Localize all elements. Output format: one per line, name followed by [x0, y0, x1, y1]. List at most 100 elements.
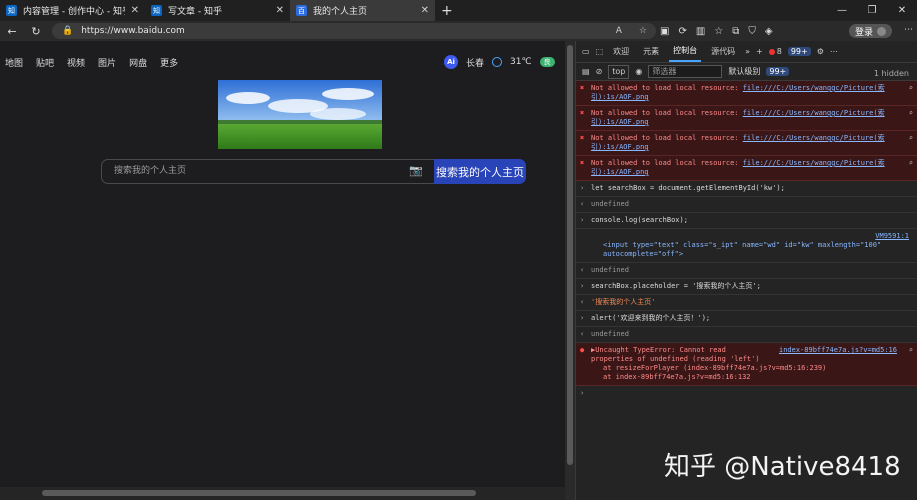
error-icon: ✖	[580, 84, 585, 92]
search-icon[interactable]: ⌕	[909, 84, 913, 93]
sun-icon	[492, 57, 503, 67]
console-output-row: ‹ undefined	[576, 263, 917, 279]
login-button[interactable]: 登录	[849, 24, 893, 38]
search-input[interactable]: 搜索我的个人主页	[101, 159, 434, 184]
console-error-row: ✖ Not allowed to load local resource: fi…	[576, 106, 917, 131]
tab-welcome[interactable]: 欢迎	[609, 46, 633, 57]
context-select[interactable]: top	[608, 64, 630, 79]
tab-elements[interactable]: 元素	[639, 46, 663, 57]
error-count: 8	[776, 47, 782, 56]
baidu-top-nav: 地图 贴吧 视频 图片 网盘 更多	[5, 56, 178, 69]
vertical-scrollbar[interactable]	[565, 41, 575, 500]
nav-video[interactable]: 视频	[67, 56, 85, 69]
console-result: undefined	[591, 330, 629, 338]
browser-tools: ▣ ⟳ ▥ ☆ ⧉ ⛉ ◈	[660, 21, 773, 41]
search-icon[interactable]: ⌕	[909, 159, 913, 168]
tab-sources[interactable]: 源代码	[707, 46, 739, 57]
ai-icon[interactable]: Ai	[444, 55, 458, 69]
camera-icon[interactable]: 📷	[409, 164, 423, 177]
console-result: '搜索我的个人主页'	[591, 298, 656, 306]
tab-write-article[interactable]: 知 写文章 - 知乎 ✕	[145, 0, 290, 21]
favorites-icon[interactable]: ☆	[714, 26, 723, 37]
console-output-row: ‹ undefined	[576, 197, 917, 213]
aqi-badge: 良	[539, 57, 555, 67]
error-icon: ✖	[580, 109, 585, 117]
filter-input[interactable]: 筛选器	[648, 65, 723, 78]
tab-title: 我的个人主页	[313, 7, 368, 17]
log-levels-select[interactable]: 默认级别	[728, 66, 760, 77]
message-count-badge[interactable]: 99+	[787, 47, 811, 56]
devtools-tab-bar: ▭ ⬚ 欢迎 元素 控制台 源代码 » + 8 99+ ⚙ ⋯	[576, 41, 917, 63]
source-link[interactable]: VM9591:1	[875, 232, 909, 241]
address-toolbar: ← ↻ 🔒 https://www.baidu.com A ☆ ▣ ⟳ ▥ ☆ …	[0, 21, 917, 41]
copilot-icon[interactable]: ◈	[765, 26, 773, 37]
avatar	[877, 26, 887, 36]
close-window-button[interactable]: ✕	[887, 0, 917, 21]
settings-gear-icon[interactable]: ⚙	[817, 47, 824, 56]
close-tab-icon[interactable]: ✕	[421, 5, 429, 16]
split-screen-icon[interactable]: ▥	[696, 26, 705, 37]
error-message: Not allowed to load local resource:	[591, 134, 743, 142]
more-options-icon[interactable]: ⋯	[904, 25, 913, 35]
search-icon[interactable]: ⌕	[909, 109, 913, 118]
url-text[interactable]: https://www.baidu.com	[81, 26, 608, 36]
minimize-button[interactable]: —	[827, 0, 857, 21]
horizontal-scrollbar[interactable]	[0, 487, 565, 500]
stack-frame[interactable]: at resizeForPlayer (index-89bff74e7a.js?…	[591, 364, 913, 373]
dom-element-output[interactable]: <input type="text" class="s_ipt" name="w…	[591, 232, 913, 259]
maximize-button[interactable]: ❐	[857, 0, 887, 21]
nav-more[interactable]: 更多	[160, 56, 178, 69]
address-bar[interactable]: 🔒 https://www.baidu.com A ☆	[52, 23, 656, 39]
tab-console[interactable]: 控制台	[669, 42, 702, 62]
scroll-thumb[interactable]	[567, 45, 573, 465]
lock-icon: 🔒	[62, 26, 74, 36]
nav-netdisk[interactable]: 网盘	[129, 56, 147, 69]
temperature: 31℃	[510, 57, 532, 67]
add-tab-icon[interactable]: +	[756, 47, 763, 56]
console-command: alert('欢迎来到我的个人主页！');	[591, 314, 711, 322]
console-error-row: ✖ Not allowed to load local resource: fi…	[576, 81, 917, 106]
console-log-row: VM9591:1 <input type="text" class="s_ipt…	[576, 229, 917, 263]
issues-badge[interactable]: 99+	[766, 67, 790, 76]
return-arrow-icon: ‹	[580, 298, 585, 306]
favorite-star-icon[interactable]: ☆	[639, 26, 647, 36]
close-tab-icon[interactable]: ✕	[276, 5, 284, 16]
nav-tieba[interactable]: 贴吧	[36, 56, 54, 69]
sidebar-toggle-icon[interactable]: ▤	[582, 67, 590, 76]
search-icon[interactable]: ⌕	[909, 346, 913, 355]
new-tab-button[interactable]: +	[441, 3, 453, 19]
nav-images[interactable]: 图片	[98, 56, 116, 69]
error-icon: ●	[580, 346, 585, 354]
scroll-thumb[interactable]	[42, 490, 476, 496]
refresh-icon[interactable]: ↻	[24, 25, 48, 38]
zhihu-icon: 知	[6, 5, 17, 16]
collections-icon[interactable]: ⧉	[732, 26, 739, 37]
nav-map[interactable]: 地图	[5, 56, 23, 69]
login-label: 登录	[855, 27, 874, 38]
back-icon[interactable]: ←	[0, 25, 24, 38]
console-command: searchBox.placeholder = '搜索我的个人主页';	[591, 282, 761, 290]
shield-icon[interactable]: ⛉	[748, 26, 756, 37]
exception-message[interactable]: ▶Uncaught TypeError: Cannot read propert…	[591, 346, 771, 364]
extension-icon[interactable]: ▣	[660, 26, 669, 37]
live-expression-icon[interactable]: ◉	[635, 67, 642, 76]
close-tab-icon[interactable]: ✕	[131, 5, 139, 16]
exception-source-link[interactable]: index-89bff74e7a.js?v=md5:16	[779, 346, 897, 355]
device-toggle-icon[interactable]: ▭	[582, 47, 590, 56]
read-aloud-icon[interactable]: A	[616, 26, 622, 36]
more-tabs-icon[interactable]: »	[745, 47, 750, 56]
console-prompt[interactable]: ›	[576, 386, 917, 397]
more-options-icon[interactable]: ⋯	[830, 47, 838, 56]
error-icon: ✖	[580, 159, 585, 167]
console-output-row: ‹ undefined	[576, 327, 917, 343]
inspect-icon[interactable]: ⬚	[596, 47, 604, 56]
clear-console-icon[interactable]: ⊘	[596, 67, 603, 76]
search-icon[interactable]: ⌕	[909, 134, 913, 143]
tab-my-homepage[interactable]: 百 我的个人主页 ✕	[290, 0, 435, 21]
refresh-extension-icon[interactable]: ⟳	[678, 26, 686, 37]
prompt-chevron-icon: ›	[580, 184, 585, 192]
search-button[interactable]: 搜索我的个人主页	[434, 159, 526, 184]
error-count-badge[interactable]: 8	[768, 47, 782, 56]
tab-content-manage[interactable]: 知 内容管理 - 创作中心 - 知乎 ✕	[0, 0, 145, 21]
stack-frame[interactable]: at index-89bff74e7a.js?v=md5:16:132	[591, 373, 913, 382]
